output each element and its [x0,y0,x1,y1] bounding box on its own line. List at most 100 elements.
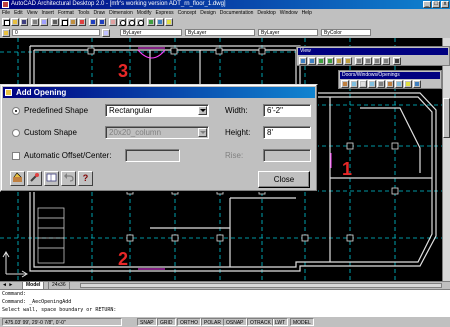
model-toggle[interactable]: MODEL [290,318,314,326]
menu-desktop[interactable]: Desktop [255,9,277,17]
close-window-button[interactable]: x [441,1,449,8]
menu-concept[interactable]: Concept [176,9,199,17]
view-se-iso-icon[interactable] [364,57,372,65]
pan-icon[interactable] [109,18,117,26]
menu-edit[interactable]: Edit [12,9,25,17]
rise-label: Rise: [225,151,244,160]
menu-tools[interactable]: Tools [76,9,92,17]
chevron-down-icon[interactable] [198,128,207,137]
custom-shape-select[interactable]: 20x20_column [105,126,209,139]
dialog-title-bar[interactable]: Add Opening [3,87,315,98]
view-ne-iso-icon[interactable] [373,57,381,65]
scroll-thumb[interactable] [443,98,450,138]
color-dropdown[interactable]: ByLayer [120,29,182,36]
match-properties-icon[interactable] [78,18,86,26]
help-button[interactable]: ? [78,171,93,186]
maximize-button[interactable]: □ [432,1,440,8]
add-window-icon[interactable] [350,80,358,88]
match-icon[interactable] [27,171,42,186]
ortho-toggle[interactable]: ORTHO [177,318,201,326]
menu-bar: File Edit View Insert Format Tools Draw Dimensi… [0,9,450,17]
save-icon[interactable] [20,18,28,26]
predefined-shape-radio[interactable] [12,107,20,115]
lineweight-dropdown[interactable]: ByLayer [258,29,318,36]
rise-input[interactable] [263,149,311,162]
properties-icon[interactable] [10,171,25,186]
door-styles-icon[interactable] [386,80,394,88]
automatic-offset-input[interactable] [125,149,180,162]
menu-window[interactable]: Window [278,9,300,17]
copy-icon[interactable] [60,18,68,26]
new-icon[interactable] [2,18,10,26]
menu-file[interactable]: File [0,9,12,17]
properties-icon[interactable] [147,18,155,26]
undo-icon[interactable] [89,18,97,26]
menu-insert[interactable]: Insert [39,9,56,17]
view-left-icon[interactable] [317,57,325,65]
width-input[interactable]: 6'-2" [263,104,311,117]
cut-icon[interactable] [51,18,59,26]
view-top-icon[interactable] [299,57,307,65]
view-nw-iso-icon[interactable] [382,57,390,65]
menu-help[interactable]: Help [300,9,314,17]
open-icon[interactable] [11,18,19,26]
undo-icon[interactable] [61,171,76,186]
view-front-icon[interactable] [335,57,343,65]
menu-modify[interactable]: Modify [135,9,154,17]
height-input[interactable]: 8' [263,126,311,139]
command-line[interactable]: Command: Command: _AecOpeningAdd Select … [0,289,450,316]
camera-icon[interactable] [393,57,401,65]
horizontal-scrollbar[interactable] [80,283,442,288]
osnap-toggle[interactable]: OSNAP [223,318,247,326]
menu-draw[interactable]: Draw [91,9,107,17]
make-current-icon[interactable] [102,29,110,37]
window-assembly-icon[interactable] [368,80,376,88]
lwt-toggle[interactable]: LWT [272,318,289,326]
layer-dropdown[interactable]: 0 [12,29,100,36]
menu-design[interactable]: Design [198,9,218,17]
add-opening-icon[interactable] [359,80,367,88]
view-back-icon[interactable] [344,57,352,65]
linetype-dropdown[interactable]: ByLayer [185,29,255,36]
snap-toggle[interactable]: SNAP [137,318,157,326]
view-bottom-icon[interactable] [308,57,316,65]
menu-documentation[interactable]: Documentation [218,9,256,17]
window-styles-icon[interactable] [395,80,403,88]
otrack-toggle[interactable]: OTRACK [247,318,274,326]
redo-icon[interactable] [98,18,106,26]
paste-icon[interactable] [69,18,77,26]
zoom-realtime-icon[interactable] [118,18,126,26]
doors-windows-toolbar: Doors/Windows/Openings [338,70,442,89]
print-icon[interactable] [31,18,39,26]
zoom-previous-icon[interactable] [136,18,144,26]
app-title-bar: AutoCAD Architectural Desktop 2.0 - [mfr… [0,0,450,9]
minimize-button[interactable]: _ [423,1,431,8]
menu-view[interactable]: View [25,9,40,17]
zoom-window-icon[interactable] [127,18,135,26]
grid-toggle[interactable]: GRID [157,318,176,326]
floor-plan-icon[interactable] [44,171,59,186]
plotstyle-dropdown[interactable]: ByColor [321,29,371,36]
layers-icon[interactable] [2,29,10,37]
opening-properties-icon[interactable] [404,80,412,88]
menu-express[interactable]: Express [154,9,176,17]
custom-shape-radio[interactable] [12,129,20,137]
anchor-icon[interactable] [413,80,421,88]
automatic-offset-checkbox[interactable] [12,152,20,160]
view-sw-iso-icon[interactable] [355,57,363,65]
chevron-down-icon[interactable] [198,106,207,115]
reposition-icon[interactable] [377,80,385,88]
preview-icon[interactable] [40,18,48,26]
add-door-icon[interactable] [341,80,349,88]
vertical-scrollbar[interactable] [442,38,450,281]
callout-one: 1 [342,159,353,179]
menu-dimension[interactable]: Dimension [107,9,135,17]
view-right-icon[interactable] [326,57,334,65]
polar-toggle[interactable]: POLAR [201,318,224,326]
predefined-shape-select[interactable]: Rectangular [105,104,209,117]
menu-format[interactable]: Format [56,9,76,17]
tab-nav-arrows[interactable]: ◄ ► [2,282,22,289]
design-center-icon[interactable] [156,18,164,26]
close-button[interactable]: Close [258,171,310,188]
help-icon[interactable] [165,18,173,26]
